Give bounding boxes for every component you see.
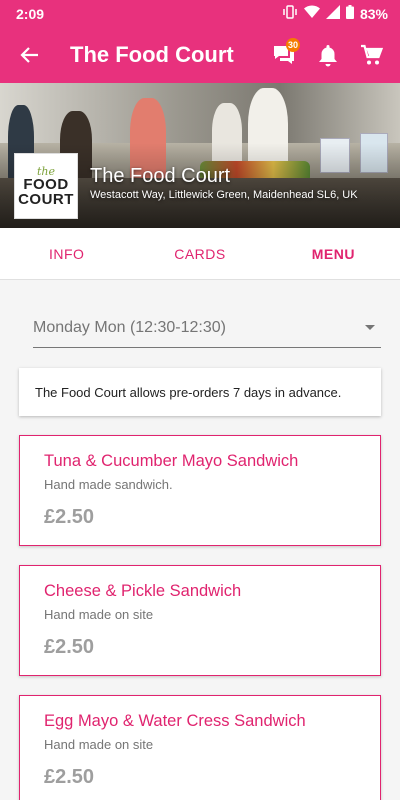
menu-item-price: £2.50 xyxy=(44,766,95,788)
chat-badge: 30 xyxy=(286,38,301,52)
app-bar: The Food Court 30 xyxy=(0,27,400,83)
logo-text: the xyxy=(36,164,55,178)
back-button[interactable] xyxy=(0,27,60,83)
menu-item-card[interactable]: Egg Mayo & Water Cress Sandwich Hand mad… xyxy=(19,695,381,800)
menu-item-title: Cheese & Pickle Sandwich xyxy=(44,582,242,600)
chat-button[interactable]: 30 xyxy=(264,27,304,83)
signal-icon xyxy=(325,5,340,22)
wifi-icon xyxy=(303,5,320,22)
menu-content: Monday Mon (12:30-12:30) The Food Court … xyxy=(0,280,400,800)
dropdown-arrow-icon xyxy=(365,325,375,330)
vibrate-icon xyxy=(282,4,298,23)
tab-cards[interactable]: CARDS xyxy=(133,228,266,279)
battery-icon xyxy=(345,5,354,22)
menu-item-title: Egg Mayo & Water Cress Sandwich xyxy=(44,712,306,730)
preorder-notice: The Food Court allows pre-orders 7 days … xyxy=(19,368,381,416)
status-time: 2:09 xyxy=(16,5,45,22)
day-select[interactable]: Monday Mon (12:30-12:30) xyxy=(33,308,381,348)
bell-icon xyxy=(319,45,337,67)
tab-menu[interactable]: MENU xyxy=(267,228,400,279)
logo-text: FOOD xyxy=(23,175,69,193)
tab-bar: INFO CARDS MENU xyxy=(0,228,400,280)
menu-item-price: £2.50 xyxy=(44,636,95,658)
menu-item-description: Hand made sandwich. xyxy=(44,477,173,492)
menu-item-card[interactable]: Cheese & Pickle Sandwich Hand made on si… xyxy=(19,565,381,676)
status-icons: 83% xyxy=(282,4,388,23)
arrow-back-icon xyxy=(20,47,38,63)
menu-item-price: £2.50 xyxy=(44,506,95,528)
page-title: The Food Court xyxy=(70,42,234,67)
day-select-value: Monday Mon (12:30-12:30) xyxy=(33,318,226,336)
cart-button[interactable] xyxy=(352,27,392,83)
battery-percent: 83% xyxy=(359,5,388,22)
venue-address: Westacott Way, Littlewick Green, Maidenh… xyxy=(90,189,358,201)
venue-name: The Food Court xyxy=(90,165,231,187)
logo-text: COURT xyxy=(18,190,74,208)
notifications-button[interactable] xyxy=(308,27,348,83)
status-bar: 2:09 83% xyxy=(0,0,400,27)
menu-item-description: Hand made on site xyxy=(44,607,154,622)
cart-icon xyxy=(361,44,384,65)
menu-item-title: Tuna & Cucumber Mayo Sandwich xyxy=(44,452,299,470)
tab-info[interactable]: INFO xyxy=(0,228,133,279)
menu-item-card[interactable]: Tuna & Cucumber Mayo Sandwich Hand made … xyxy=(19,435,381,546)
app-actions: 30 xyxy=(264,27,400,83)
menu-item-description: Hand made on site xyxy=(44,737,154,752)
venue-header-image: the FOOD COURT The Food Court Westacott … xyxy=(0,83,400,228)
venue-logo: the FOOD COURT xyxy=(14,153,78,219)
